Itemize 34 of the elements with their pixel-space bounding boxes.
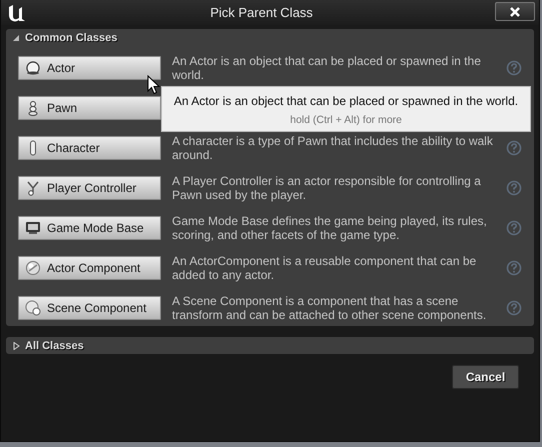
class-button[interactable]: Player Controller [18,176,161,200]
monitor-icon [25,220,41,236]
help-icon[interactable] [506,180,522,196]
help-icon[interactable] [506,60,522,76]
class-button[interactable]: Pawn [18,96,161,120]
joystick-icon [25,180,41,196]
section-header[interactable]: All Classes [6,337,534,354]
class-description: A Player Controller is an actor responsible for controlling a Pawn used by the player. [172,174,482,202]
class-button[interactable]: Actor Component [18,256,161,280]
expand-arrow-icon [12,342,20,350]
class-description: A character is a type of Pawn that includes the ability to walk around. [172,134,494,162]
sphere-icon [25,60,41,76]
class-button[interactable]: Game Mode Base [18,216,161,240]
help-icon[interactable] [506,140,522,156]
help-icon[interactable] [506,220,522,236]
spheres-icon [25,300,41,316]
cancel-button[interactable]: Cancel [452,365,519,389]
window-title: Pick Parent Class [209,5,314,20]
class-description: Game Mode Base defines the game being played, its rules, scoring, and other facets of the game type. [172,214,488,242]
class-description: An ActorComponent is a reusable component that can be added to any actor. [172,254,478,282]
help-icon[interactable] [506,300,522,316]
class-button[interactable]: Character [18,136,161,160]
help-icon[interactable] [506,260,522,276]
cursor-icon [147,75,161,95]
tooltip-hint: hold (Ctrl + Alt) for more [289,114,403,126]
tooltip-text: An Actor is an object that can be placed or spawned in the world. [172,94,520,108]
class-button[interactable]: Actor [18,56,161,80]
class-description: A Scene Component is a component that has a scene transform and can be attached to other scene components. [172,294,488,322]
class-button[interactable]: Scene Component [18,296,161,320]
close-button[interactable] [495,2,535,21]
section-header[interactable]: Common Classes [6,29,534,46]
collapse-arrow-icon [12,34,20,42]
close-icon [509,6,521,18]
class-description: An Actor is an object that can be placed or spawned in the world. [172,54,482,82]
